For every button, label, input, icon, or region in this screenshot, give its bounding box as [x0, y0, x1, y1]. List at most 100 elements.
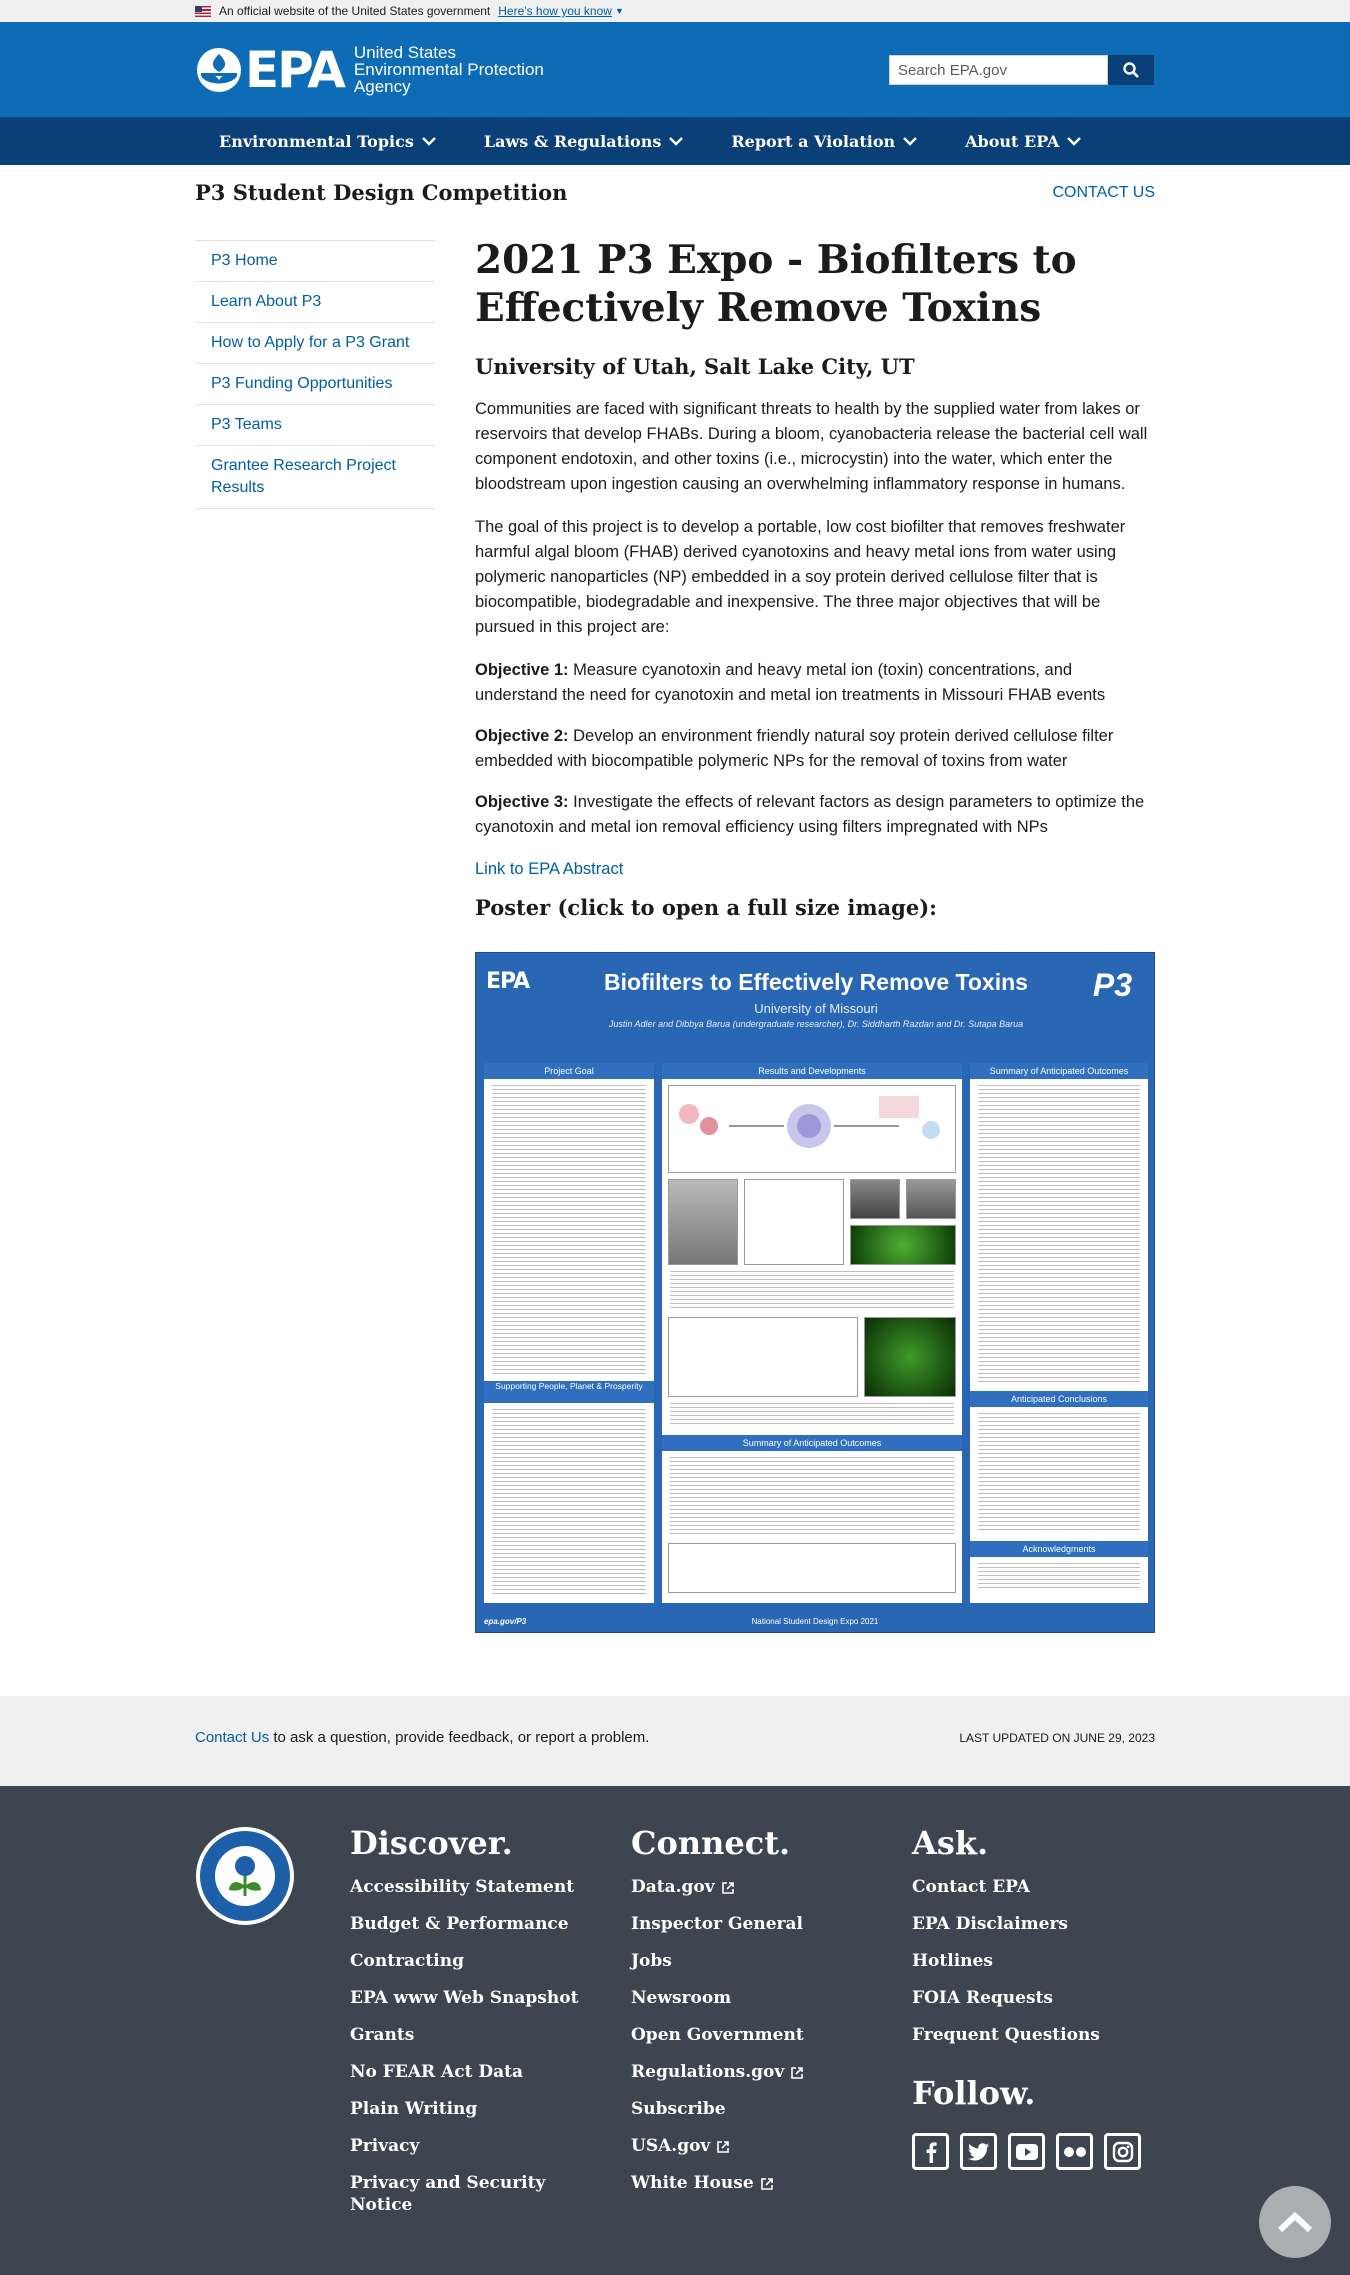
footer-link[interactable]: EPA www Web Snapshot [350, 1987, 580, 2009]
poster-university: University of Missouri [754, 1001, 878, 1016]
poster-section-heading: Anticipated Conclusions [970, 1391, 1148, 1407]
footer-link[interactable]: FOIA Requests [912, 1987, 1100, 2009]
contact-us-link[interactable]: CONTACT US [1052, 184, 1155, 202]
footer-link[interactable]: Budget & Performance [350, 1913, 580, 1935]
footer-link[interactable]: Accessibility Statement [350, 1876, 580, 1898]
external-link-icon [791, 2066, 804, 2079]
poster-text-block [492, 1085, 646, 1375]
footer-link[interactable]: Contracting [350, 1950, 580, 1972]
footer-link[interactable]: Subscribe [631, 2098, 804, 2120]
us-flag-icon [195, 5, 211, 17]
sidebar-item-learn-about-p3[interactable]: Learn About P3 [195, 282, 435, 323]
poster-section-heading: Summary of Anticipated Outcomes [970, 1063, 1148, 1079]
back-to-top-button[interactable] [1259, 2186, 1331, 2258]
poster-micrograph-image [850, 1179, 900, 1219]
search-input[interactable] [889, 55, 1108, 85]
agency-name: United States Environmental Protection A… [354, 44, 544, 95]
instagram-icon[interactable] [1104, 2133, 1141, 2170]
page-subtitle: University of Utah, Salt Lake City, UT [475, 354, 915, 379]
footer-link-external[interactable]: White House [631, 2172, 804, 2194]
poster-title: Biofilters to Effectively Remove Toxins [604, 969, 1028, 995]
poster-authors: Justin Adler and Dibbya Barua (undergrad… [608, 1019, 1024, 1029]
footer-link[interactable]: Contact EPA [912, 1876, 1100, 1898]
epa-logo-word: EPA [245, 40, 346, 99]
chevron-down-icon [903, 136, 917, 146]
facebook-icon[interactable] [912, 2133, 949, 2170]
poster-left-column: Project Goal Supporting People, Planet &… [484, 1063, 654, 1603]
poster-epa-logo: EPA [486, 969, 530, 994]
chevron-down-icon [669, 136, 684, 146]
external-link-icon [717, 2140, 730, 2153]
footer-link-external[interactable]: USA.gov [631, 2135, 804, 2157]
flickr-icon[interactable] [1056, 2133, 1093, 2170]
footer-link[interactable]: No FEAR Act Data [350, 2061, 580, 2083]
heres-how-you-know-link[interactable]: Here's how you know [498, 4, 612, 18]
objective-text: Measure cyanotoxin and heavy metal ion (… [475, 661, 1106, 704]
main-content: 2021 P3 Expo - Biofilters to Effectively… [475, 236, 1155, 920]
poster-caption [670, 1271, 954, 1311]
footer-link[interactable]: Jobs [631, 1950, 804, 1972]
feedback-message: Contact Us to ask a question, provide fe… [195, 1729, 649, 1746]
poster-plot-image [744, 1179, 844, 1265]
poster-fluorescence-image [850, 1225, 956, 1265]
footer-link[interactable]: Hotlines [912, 1950, 1100, 1972]
epa-abstract-link[interactable]: Link to EPA Abstract [475, 860, 623, 879]
poster-fluorescence-image [864, 1317, 956, 1397]
nav-about-epa[interactable]: About EPA [941, 132, 1105, 151]
footer-link[interactable]: Privacy [350, 2135, 580, 2157]
footer-link[interactable]: Open Government [631, 2024, 804, 2046]
poster-filter-diagram [679, 1096, 940, 1148]
chevron-up-icon [1277, 2211, 1313, 2233]
footer-link-label: Regulations.gov [631, 2062, 785, 2082]
site-title[interactable]: P3 Student Design Competition [195, 180, 567, 205]
intro-paragraph: Communities are faced with significant t… [475, 400, 1148, 493]
footer-link[interactable]: EPA Disclaimers [912, 1913, 1100, 1935]
sidebar-item-grantee-results[interactable]: Grantee Research Project Results [195, 446, 435, 509]
nav-label: About EPA [965, 131, 1060, 151]
contact-us-feedback-link[interactable]: Contact Us [195, 1729, 269, 1746]
footer-link-label: USA.gov [631, 2136, 711, 2156]
poster-plot-image [668, 1317, 858, 1397]
nav-report-violation[interactable]: Report a Violation [707, 132, 941, 151]
page-title: 2021 P3 Expo - Biofilters to Effectively… [475, 237, 1077, 331]
poster-image-link[interactable]: EPA Biofilters to Effectively Remove Tox… [475, 952, 1155, 1633]
poster-heading: Poster (click to open a full size image)… [475, 895, 937, 920]
youtube-icon[interactable] [1008, 2133, 1045, 2170]
social-links [912, 2133, 1141, 2170]
footer-discover: Discover. Accessibility Statement Budget… [350, 1824, 580, 2231]
poster-footer-center: National Student Design Expo 2021 [751, 1617, 879, 1626]
footer-link[interactable]: Frequent Questions [912, 2024, 1100, 2046]
nav-environmental-topics[interactable]: Environmental Topics [195, 132, 460, 151]
sidebar-item-p3-home[interactable]: P3 Home [195, 241, 435, 282]
objective-1: Objective 1: Measure cyanotoxin and heav… [475, 658, 1155, 708]
footer-link[interactable]: Plain Writing [350, 2098, 580, 2120]
search-button[interactable] [1108, 55, 1154, 85]
poster-caption [670, 1403, 954, 1427]
last-updated: LAST UPDATED ON JUNE 29, 2023 [959, 1731, 1155, 1745]
poster-p3-logo: P3 [1092, 967, 1132, 1003]
footer-link[interactable]: Grants [350, 2024, 580, 2046]
footer-link[interactable]: Inspector General [631, 1913, 804, 1935]
sidebar-item-p3-teams[interactable]: P3 Teams [195, 405, 435, 446]
objective-label: Objective 2: [475, 727, 569, 745]
poster-right-column: Summary of Anticipated Outcomes Anticipa… [970, 1063, 1148, 1603]
agency-name-line3: Agency [353, 77, 411, 96]
poster-text-block [492, 1409, 646, 1597]
footer-follow: Follow. [912, 2074, 1035, 2126]
poster-text-block [978, 1563, 1140, 1591]
search-icon [1123, 62, 1139, 78]
twitter-icon[interactable] [960, 2133, 997, 2170]
footer-connect: Connect. Data.gov Inspector General Jobs… [631, 1824, 804, 2209]
footer-link[interactable]: Privacy and Security Notice [350, 2172, 580, 2216]
footer-link-external[interactable]: Data.gov [631, 1876, 804, 1898]
nav-label: Environmental Topics [219, 131, 414, 151]
official-gov-banner: An official website of the United States… [0, 0, 1350, 22]
gov-banner-text: An official website of the United States… [219, 4, 491, 18]
sidebar-item-funding[interactable]: P3 Funding Opportunities [195, 364, 435, 405]
epa-logo[interactable]: EPA United States Environmental Protecti… [195, 44, 544, 95]
nav-laws-regulations[interactable]: Laws & Regulations [460, 132, 708, 151]
sidebar-item-how-to-apply[interactable]: How to Apply for a P3 Grant [195, 323, 435, 364]
poster-header: EPA Biofilters to Effectively Remove Tox… [476, 953, 1154, 1053]
footer-link[interactable]: Newsroom [631, 1987, 804, 2009]
footer-link-external[interactable]: Regulations.gov [631, 2061, 804, 2083]
